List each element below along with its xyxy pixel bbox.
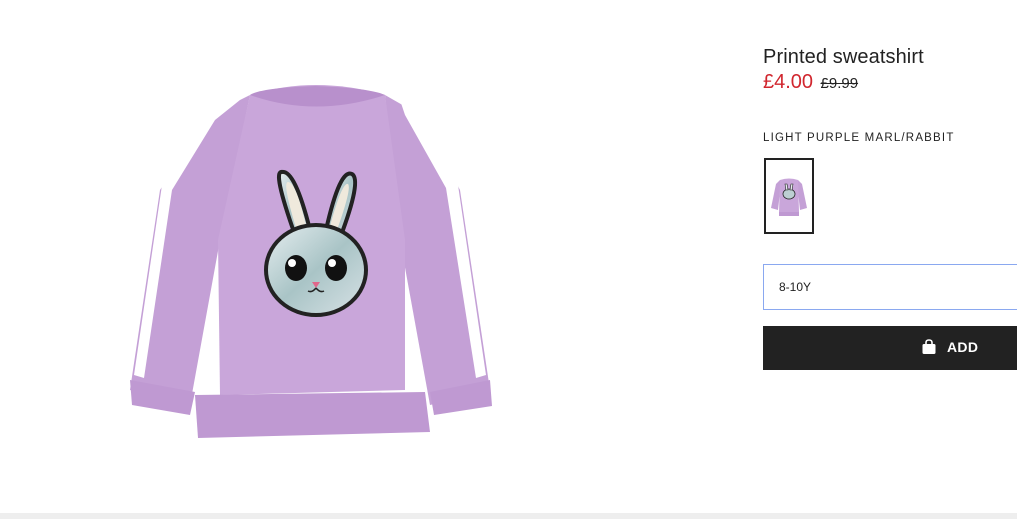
price-row: £4.00 £9.99 [763, 71, 858, 94]
add-button-label: ADD [947, 339, 979, 355]
footer-divider [0, 513, 1017, 519]
color-swatch[interactable] [764, 158, 814, 234]
add-to-bag-button[interactable]: ADD [763, 326, 1017, 370]
shopping-bag-icon [921, 339, 937, 355]
original-price: £9.99 [820, 75, 859, 92]
product-image [100, 70, 520, 450]
sale-price: £4.00 [763, 71, 814, 93]
color-name: LIGHT PURPLE MARL/RABBIT [763, 132, 955, 144]
size-selected-value: 8-10Y [779, 280, 812, 294]
product-title: Printed sweatshirt [763, 46, 924, 68]
size-select[interactable]: 8-10Y [763, 264, 1017, 310]
